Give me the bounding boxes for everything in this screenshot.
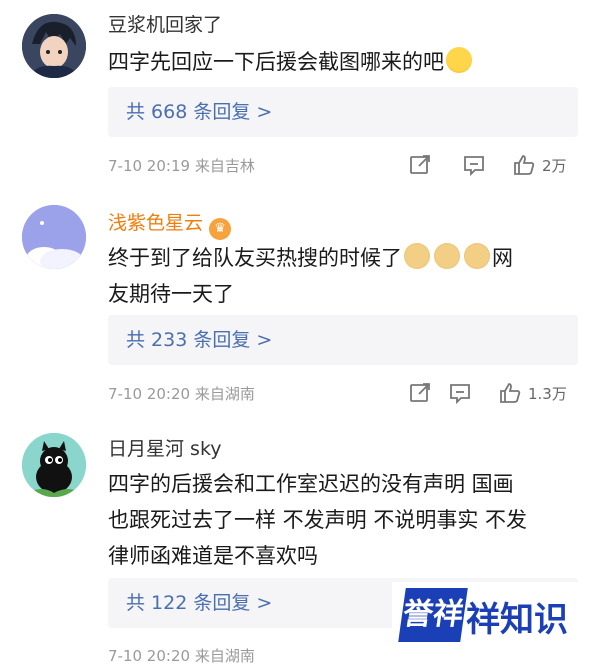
thumbs-up-icon <box>500 383 521 403</box>
share-button[interactable] <box>408 379 432 407</box>
comment-meta: 7-10 20:20 来自湖南 <box>108 645 255 666</box>
username[interactable]: 日月星河 sky <box>108 434 222 461</box>
doge-emoji-icon <box>404 243 430 269</box>
comment-text: 四字先回应一下后援会截图哪来的吧 <box>108 44 578 80</box>
comment-text-line: 四字先回应一下后援会截图哪来的吧 <box>108 50 444 74</box>
thumbs-up-icon <box>514 155 535 175</box>
comment-text: 终于到了给队友买热搜的时候了 网 友期待一天了 <box>108 240 578 312</box>
comment-button[interactable] <box>448 379 472 407</box>
view-replies-button[interactable]: 共 668 条回复 > <box>108 87 578 137</box>
location: 来自湖南 <box>194 647 255 665</box>
watermark: 誉祥 祥知识 <box>392 582 592 652</box>
avatar[interactable] <box>22 205 86 269</box>
comment-text-line: 四字的后援会和工作室迟迟的没有声明 国画 <box>108 472 514 496</box>
share-icon <box>410 383 430 402</box>
comment-meta: 7-10 20:20 来自湖南 <box>108 383 255 404</box>
timestamp: 7-10 20:20 <box>108 647 191 665</box>
timestamp: 7-10 20:19 <box>108 157 191 175</box>
comment-icon <box>464 156 484 177</box>
comment-text-line: 终于到了给队友买热搜的时候了 <box>108 246 402 270</box>
comment-meta: 7-10 20:19 来自吉林 <box>108 155 255 176</box>
like-button[interactable]: 2万 <box>512 151 567 179</box>
username[interactable]: 浅紫色星云 ♛ <box>108 208 232 240</box>
comment-icon <box>450 384 470 405</box>
comment-text: 四字的后援会和工作室迟迟的没有声明 国画 也跟死过去了一样 不发声明 不说明事实… <box>108 466 578 574</box>
comment-text-line: 网 <box>492 246 513 270</box>
timestamp: 7-10 20:20 <box>108 385 191 403</box>
doge-emoji-icon <box>434 243 460 269</box>
view-replies-button[interactable]: 共 233 条回复 > <box>108 315 578 365</box>
share-icon <box>410 155 430 174</box>
comment-button[interactable] <box>462 151 486 179</box>
location: 来自湖南 <box>194 385 255 403</box>
like-button[interactable]: 1.3万 <box>498 379 567 407</box>
comment-text-line: 也跟死过去了一样 不发声明 不说明事实 不发 <box>108 508 528 532</box>
vip-badge-icon: ♛ <box>209 218 232 240</box>
username-text: 浅紫色星云 <box>108 212 204 234</box>
like-count: 2万 <box>542 156 567 175</box>
comment-actions: 2万 <box>408 151 588 179</box>
avatar[interactable] <box>22 14 86 78</box>
username[interactable]: 豆浆机回家了 <box>108 10 222 37</box>
comment-actions: 1.3万 <box>408 379 588 407</box>
watermark-text: 祥知识 <box>466 600 568 640</box>
avatar[interactable] <box>22 433 86 497</box>
location: 来自吉林 <box>194 157 255 175</box>
watermark-logo: 誉祥 <box>398 588 468 642</box>
share-button[interactable] <box>408 151 432 179</box>
yum-emoji-icon <box>446 47 472 73</box>
comment-text-line: 友期待一天了 <box>108 282 234 306</box>
comment-text-line: 律师函难道是不喜欢吗 <box>108 544 318 568</box>
doge-emoji-icon <box>464 243 490 269</box>
like-count: 1.3万 <box>528 384 567 403</box>
